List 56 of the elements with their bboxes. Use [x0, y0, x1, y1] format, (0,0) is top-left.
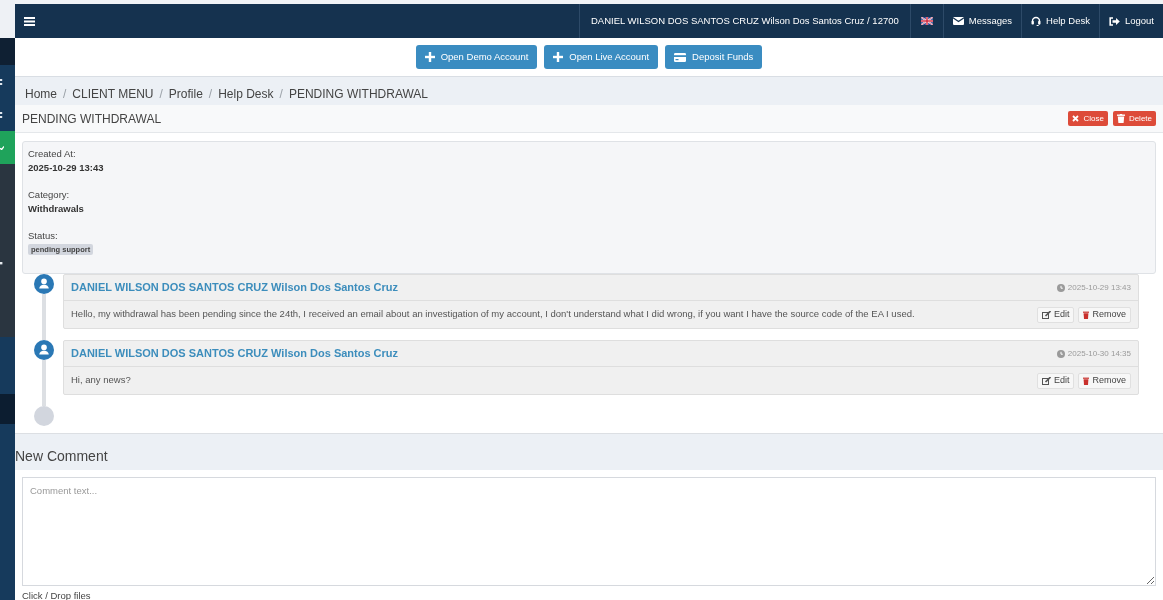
detail-label: Category:	[28, 188, 70, 202]
close-button[interactable]: Close	[1068, 111, 1108, 126]
comment-author: DANIEL WILSON DOS SANTOS CRUZ Wilson Dos Santos Cruz	[71, 280, 399, 296]
edit-icon	[1041, 376, 1051, 385]
breadcrumb-link[interactable]: Profile	[168, 87, 203, 102]
remove-button[interactable]: Remove	[1078, 372, 1131, 389]
comment-time: 2025-10-30 14:35	[1067, 347, 1131, 360]
detail-label: Created At:	[28, 147, 76, 161]
comment-time: 2025-10-29 13:43	[1067, 281, 1131, 294]
plus-icon	[424, 52, 435, 62]
breadcrumb-link[interactable]: CLIENT MENU	[72, 87, 154, 102]
cut-off-icon	[0, 145, 4, 150]
credit-card-icon	[674, 52, 687, 62]
cut-off-icon	[0, 262, 3, 265]
trash-icon	[1116, 114, 1125, 123]
trash-icon	[1083, 376, 1090, 385]
detail-value: 2025-10-29 13:43	[28, 161, 104, 175]
headset-icon	[1031, 16, 1042, 26]
sidebar-panel	[0, 38, 15, 65]
sidebar-section-header	[0, 394, 15, 424]
breadcrumb-separator: /	[158, 87, 164, 102]
close-icon	[1072, 115, 1080, 122]
breadcrumb-link[interactable]: Home	[25, 87, 57, 102]
breadcrumb-link[interactable]: Help Desk	[218, 87, 274, 102]
remove-button[interactable]: Remove	[1078, 306, 1131, 323]
comment-author: DANIEL WILSON DOS SANTOS CRUZ Wilson Dos Santos Cruz	[71, 346, 399, 362]
ticket-title: PENDING WITHDRAWAL	[22, 110, 162, 128]
clock-icon	[1056, 283, 1065, 292]
section-title: New Comment	[15, 448, 108, 464]
detail-label: Status:	[28, 229, 58, 243]
edit-button[interactable]: Edit	[1036, 306, 1075, 323]
cut-off-icon	[0, 78, 3, 85]
action-button[interactable]: Open Demo Account	[415, 45, 538, 69]
breadcrumb-separator: /	[207, 87, 214, 102]
edit-button[interactable]: Edit	[1036, 372, 1075, 389]
envelope-icon	[952, 17, 964, 25]
comment-textarea[interactable]: Comment text...	[22, 477, 1156, 586]
action-button[interactable]: Deposit Funds	[665, 45, 763, 69]
sidebar-item[interactable]	[0, 131, 15, 164]
menu-icon	[24, 16, 35, 26]
trash-icon	[1083, 310, 1090, 319]
comment-text: Hello, my withdrawal has been pending since the 24th, I received an email about an investigation of my account, I don't understand what I did wrong, if you want I have the source code of the EA I used.	[71, 307, 915, 322]
breadcrumb-separator: /	[62, 87, 68, 102]
user-avatar-icon	[34, 340, 54, 360]
plus-icon	[553, 52, 564, 62]
breadcrumb-separator: /	[278, 87, 284, 102]
edit-icon	[1041, 310, 1051, 319]
detail-value: Withdrawals	[28, 202, 84, 216]
action-button[interactable]: Open Live Account	[544, 45, 659, 69]
delete-button[interactable]: Delete	[1112, 111, 1156, 126]
comment-text: Hi, any news?	[71, 373, 131, 388]
clock-icon	[1056, 349, 1065, 358]
cut-off-icon	[0, 111, 3, 118]
uk-flag-icon	[920, 17, 933, 25]
breadcrumb-current: PENDING WITHDRAWAL	[288, 87, 428, 102]
logout-icon	[1108, 16, 1120, 26]
